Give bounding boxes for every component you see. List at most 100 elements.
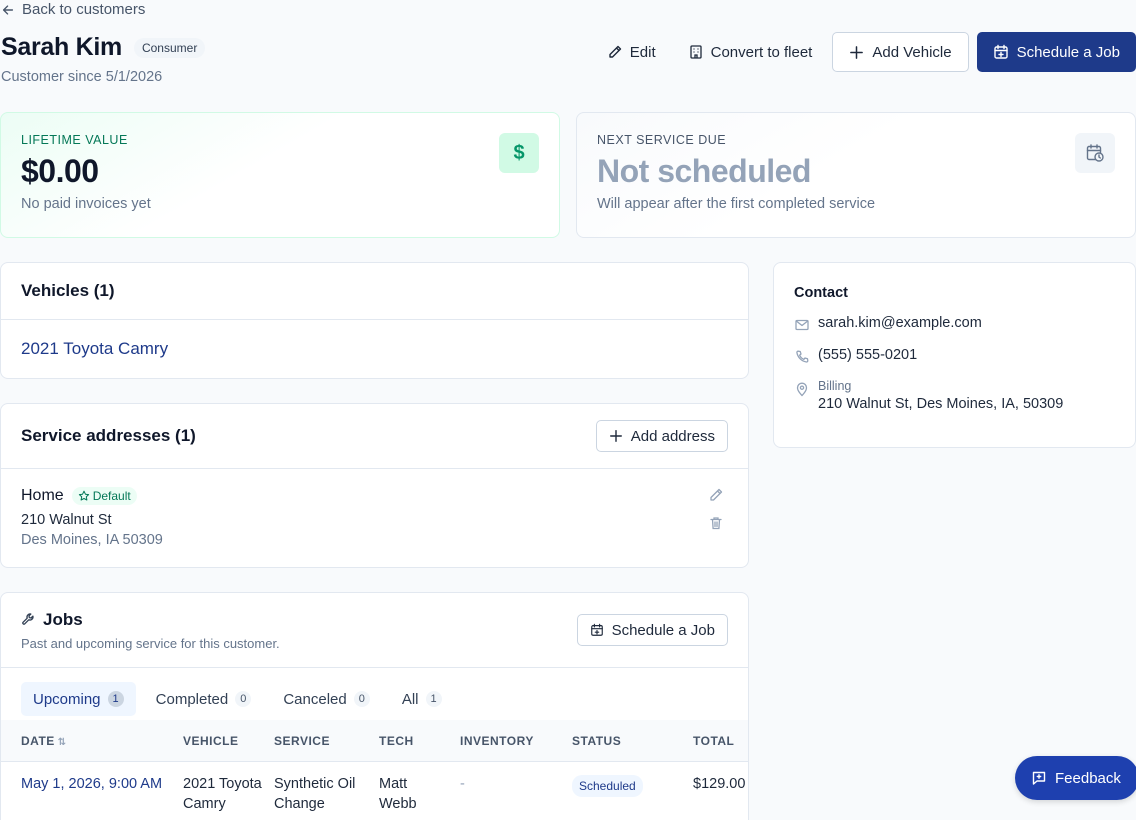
next-service-value: Not scheduled [597, 153, 811, 189]
mail-icon [795, 319, 809, 331]
job-service: Synthetic Oil Change [274, 776, 356, 812]
column-status: STATUS [572, 733, 622, 748]
dollar-icon: $ [499, 133, 539, 173]
customer-since: Customer since 5/1/2026 [1, 69, 163, 85]
next-service-card: NEXT SERVICE DUE Not scheduled Will appe… [576, 112, 1136, 238]
column-tech: TECH [379, 733, 414, 748]
add-vehicle-button[interactable]: Add Vehicle [832, 32, 969, 72]
arrow-left-icon [2, 4, 14, 15]
table-row[interactable]: May 1, 2026, 9:00 AM 2021 Toyota Camry S… [1, 762, 748, 814]
job-total: $129.00 [693, 776, 746, 792]
column-inventory: INVENTORY [460, 733, 534, 748]
trash-icon[interactable] [708, 515, 724, 531]
address-actions [708, 487, 724, 531]
phone-icon [796, 350, 809, 363]
tab-label: All [401, 690, 419, 708]
title-row: Sarah Kim Consumer [1, 33, 206, 62]
billing-label: Billing [818, 379, 852, 393]
schedule-job-label: Schedule a Job [1016, 43, 1120, 61]
vehicles-title: Vehicles (1) [21, 281, 115, 300]
back-link-label: Back to customers [22, 1, 146, 18]
jobs-subtitle: Past and upcoming service for this custo… [21, 635, 280, 651]
tab-count: 1 [107, 691, 124, 707]
next-service-label: NEXT SERVICE DUE [597, 133, 727, 147]
job-date[interactable]: May 1, 2026, 9:00 AM [1, 774, 183, 814]
default-badge-label: Default [92, 489, 131, 503]
tab-canceled[interactable]: Canceled 0 [271, 682, 382, 716]
contact-email-row[interactable]: sarah.kim@example.com [794, 315, 1115, 333]
addresses-title: Service addresses (1) [21, 426, 196, 445]
contact-phone-row[interactable]: (555) 555-0201 [794, 347, 1115, 365]
add-vehicle-label: Add Vehicle [872, 43, 952, 61]
tab-completed[interactable]: Completed 0 [144, 682, 264, 716]
contact-title: Contact [794, 285, 848, 301]
customer-type-badge: Consumer [133, 37, 206, 58]
column-service: SERVICE [274, 733, 330, 748]
convert-button-label: Convert to fleet [710, 43, 813, 61]
sort-icon: ⇅ [57, 736, 67, 748]
convert-to-fleet-button[interactable]: Convert to fleet [676, 32, 825, 72]
building-icon [689, 45, 702, 59]
vehicle-link[interactable]: 2021 Toyota Camry [1, 320, 748, 378]
address-line2: Des Moines, IA 50309 [21, 532, 163, 548]
lifetime-value-amount: $0.00 [21, 153, 99, 189]
service-addresses-card: Service addresses (1) Add address Home D… [0, 403, 749, 568]
add-address-button[interactable]: Add address [595, 420, 728, 452]
page-title: Sarah Kim [1, 33, 122, 61]
tab-all[interactable]: All 1 [390, 682, 454, 716]
header-actions: Edit Convert to fleet Add Vehicle Schedu… [595, 32, 1136, 72]
address-item: Home Default 210 Walnut St Des Moines, I… [1, 469, 748, 566]
jobs-title: Jobs [43, 609, 83, 629]
feedback-button[interactable]: Feedback [1015, 756, 1136, 800]
jobs-table-header: DATE ⇅ VEHICLE SERVICE TECH INVENTORY STA… [1, 720, 748, 762]
schedule-job-button[interactable]: Schedule a Job [976, 32, 1136, 72]
tab-count: 1 [425, 691, 442, 707]
edit-button-label: Edit [629, 43, 656, 61]
edit-button[interactable]: Edit [595, 32, 668, 72]
jobs-schedule-label: Schedule a Job [611, 621, 715, 639]
tab-upcoming[interactable]: Upcoming 1 [21, 682, 136, 716]
vehicles-header: Vehicles (1) [1, 263, 748, 320]
lifetime-value-label: LIFETIME VALUE [21, 133, 128, 147]
contact-card: Contact sarah.kim@example.com (555) 555-… [773, 262, 1136, 448]
add-address-label: Add address [630, 427, 715, 445]
addresses-header: Service addresses (1) Add address [1, 404, 748, 469]
column-total: TOTAL [693, 733, 735, 748]
jobs-tabs: Upcoming 1 Completed 0 Canceled 0 All 1 [1, 668, 748, 720]
pencil-icon [609, 45, 621, 58]
jobs-schedule-button[interactable]: Schedule a Job [576, 614, 728, 646]
contact-phone: (555) 555-0201 [818, 347, 918, 363]
address-line1: 210 Walnut St [21, 512, 112, 528]
message-icon [1032, 771, 1046, 785]
map-pin-icon [796, 382, 808, 397]
plus-icon [850, 45, 864, 59]
calendar-clock-icon [1075, 133, 1115, 173]
lifetime-value-sub: No paid invoices yet [21, 196, 151, 212]
tab-label: Canceled [283, 690, 347, 708]
job-inventory: - [460, 776, 465, 792]
job-status: Scheduled [572, 774, 693, 814]
tab-label: Upcoming [33, 690, 101, 708]
column-date[interactable]: DATE ⇅ [1, 734, 183, 748]
billing-address: 210 Walnut St, Des Moines, IA, 50309 [818, 396, 1064, 412]
status-badge: Scheduled [572, 775, 643, 797]
edit-address-icon[interactable] [708, 487, 724, 503]
star-icon [78, 490, 89, 501]
tab-count: 0 [353, 691, 370, 707]
back-to-customers-link[interactable]: Back to customers [1, 1, 145, 18]
jobs-card: Jobs Past and upcoming service for this … [0, 592, 749, 820]
job-tech: Matt Webb [379, 776, 417, 812]
plus-icon [609, 430, 622, 442]
address-name: Home [21, 487, 64, 504]
default-badge: Default [71, 487, 137, 505]
column-vehicle: VEHICLE [183, 733, 239, 748]
column-date-label: DATE [21, 733, 55, 748]
contact-billing-row: Billing 210 Walnut St, Des Moines, IA, 5… [794, 379, 1115, 412]
tab-count: 0 [235, 691, 252, 707]
tab-label: Completed [155, 690, 229, 708]
calendar-plus-icon [993, 44, 1008, 59]
next-service-sub: Will appear after the first completed se… [597, 196, 876, 212]
jobs-header: Jobs Past and upcoming service for this … [1, 593, 748, 668]
contact-email: sarah.kim@example.com [818, 315, 982, 331]
wrench-icon [22, 613, 34, 625]
